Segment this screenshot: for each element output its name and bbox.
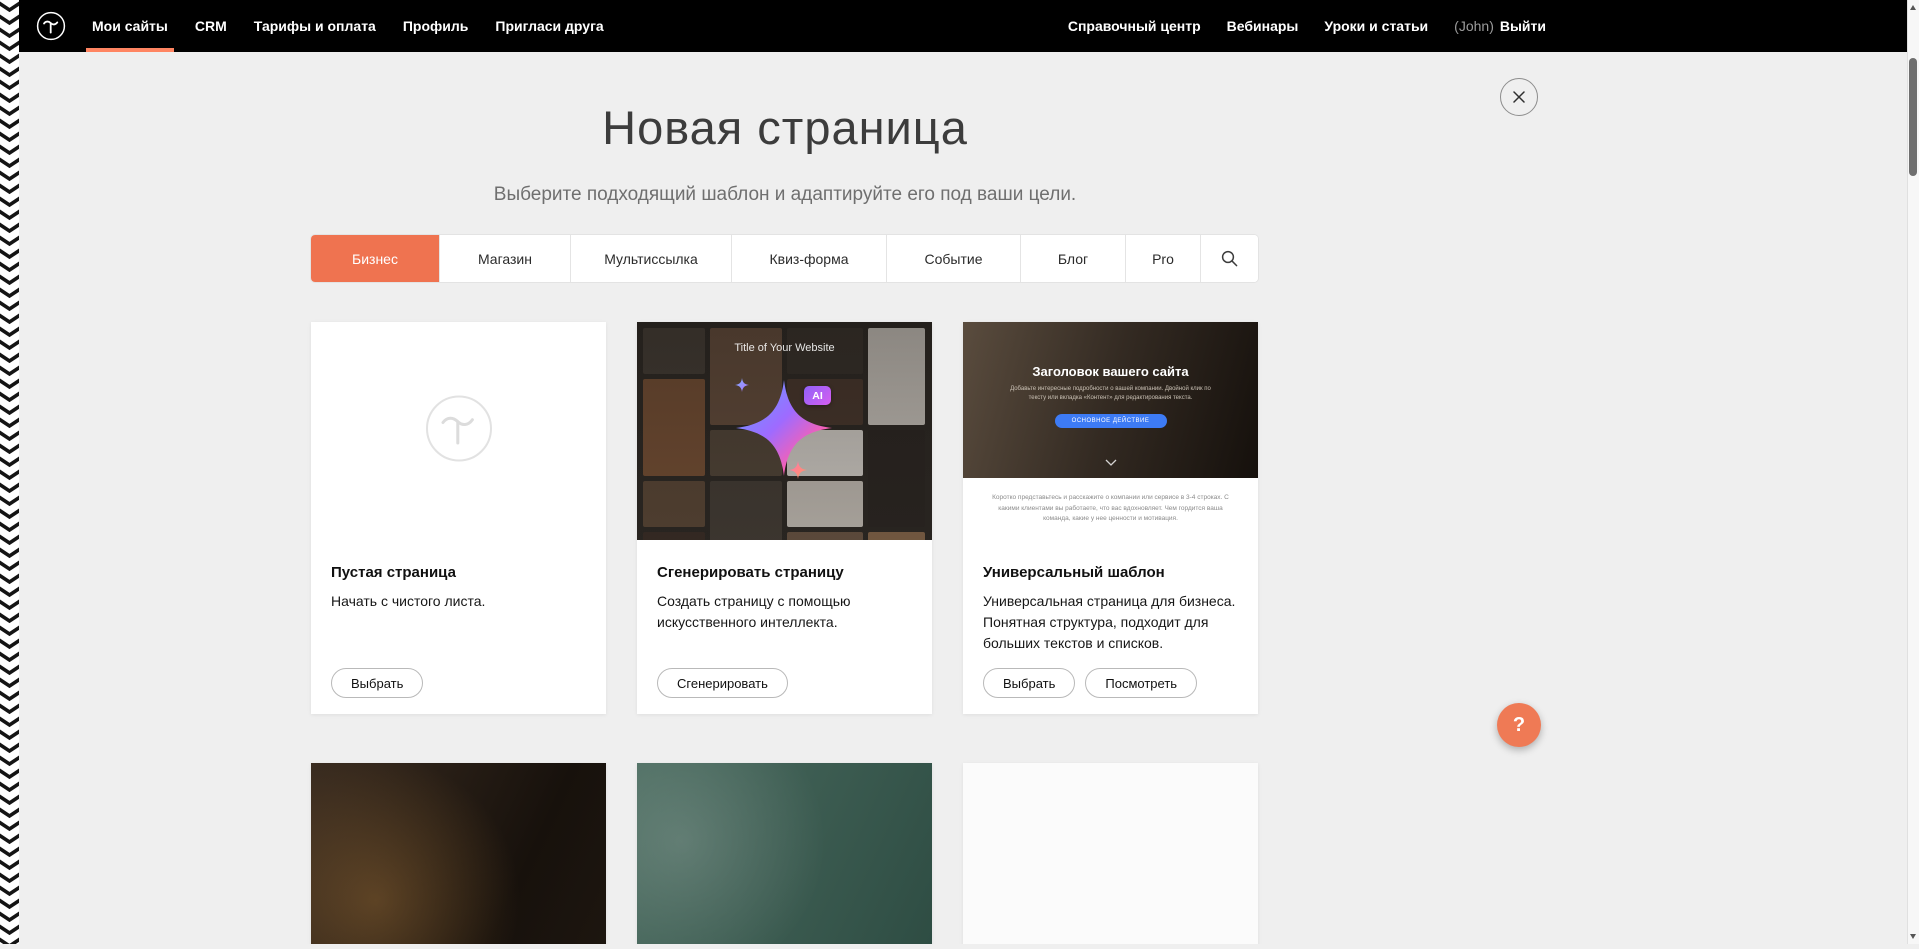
select-button[interactable]: Выбрать <box>983 668 1075 698</box>
card-title: Универсальный шаблон <box>983 564 1238 581</box>
card-actions: Сгенерировать <box>657 668 788 698</box>
tilda-watermark-icon <box>425 395 493 468</box>
card-actions: Выбрать <box>331 668 423 698</box>
preview-subtext: Добавьте интересные подробности о вашей … <box>1005 385 1217 404</box>
nav-invite-friend[interactable]: Пригласи друга <box>495 0 603 52</box>
view-button[interactable]: Посмотреть <box>1085 668 1197 698</box>
nav-webinars[interactable]: Вебинары <box>1227 0 1299 52</box>
card-thumbnail-partial[interactable] <box>963 763 1258 944</box>
card-description: Создать страницу с помощью искусственног… <box>657 591 912 633</box>
new-page-dialog: Новая страница Выберите подходящий шабло… <box>0 52 1570 944</box>
tab-shop[interactable]: Магазин <box>439 235 570 282</box>
tab-quiz-form[interactable]: Квиз-форма <box>731 235 886 282</box>
scrollbar-down-arrow[interactable] <box>1910 934 1916 939</box>
card-title: Пустая страница <box>331 564 586 581</box>
card-thumbnail-ai[interactable]: Title of Your Website <box>637 322 932 540</box>
tab-multilink[interactable]: Мультиссылка <box>570 235 731 282</box>
main-menu: Мои сайты CRM Тарифы и оплата Профиль Пр… <box>92 0 604 52</box>
template-grid: Пустая страница Начать с чистого листа. … <box>311 322 1258 944</box>
tilda-logo-icon <box>36 11 66 41</box>
tab-blog[interactable]: Блог <box>1020 235 1125 282</box>
scrollbar-up-arrow[interactable] <box>1910 5 1916 10</box>
preview-site-title: Title of Your Website <box>637 342 932 354</box>
ai-sparkle-small-icon <box>789 461 807 484</box>
preview-cta-button: Основное действие <box>1055 414 1167 428</box>
user-name: (John) <box>1454 18 1494 34</box>
page-title: Новая страница <box>0 100 1570 155</box>
preview-body-section: Коротко представьтесь и расскажите о ком… <box>963 478 1258 540</box>
card-thumbnail-universal[interactable]: Заголовок вашего сайта Добавьте интересн… <box>963 322 1258 540</box>
nav-my-sites[interactable]: Мои сайты <box>92 0 168 52</box>
ai-badge: AI <box>804 386 831 405</box>
tab-business[interactable]: Бизнес <box>311 235 439 282</box>
secondary-menu: Справочный центр Вебинары Уроки и статьи… <box>1068 0 1546 52</box>
ai-sparkle-small-icon <box>735 378 749 397</box>
template-category-tabs: Бизнес Магазин Мультиссылка Квиз-форма С… <box>311 235 1258 282</box>
template-card-partial-3 <box>963 763 1258 944</box>
nav-tariffs[interactable]: Тарифы и оплата <box>254 0 376 52</box>
nav-crm[interactable]: CRM <box>195 0 227 52</box>
tab-pro[interactable]: Pro <box>1125 235 1200 282</box>
top-navbar: Мои сайты CRM Тарифы и оплата Профиль Пр… <box>0 0 1908 52</box>
card-thumbnail-partial[interactable] <box>637 763 932 944</box>
tab-event[interactable]: Событие <box>886 235 1020 282</box>
zigzag-edge-decoration <box>0 0 19 944</box>
scrollbar-thumb[interactable] <box>1909 58 1917 176</box>
card-thumbnail-blank[interactable] <box>311 322 606 540</box>
card-title: Сгенерировать страницу <box>657 564 912 581</box>
card-description: Начать с чистого листа. <box>331 591 586 612</box>
card-actions: Выбрать Посмотреть <box>983 668 1197 698</box>
template-card-blank: Пустая страница Начать с чистого листа. … <box>311 322 606 714</box>
nav-lessons[interactable]: Уроки и статьи <box>1324 0 1428 52</box>
account-area: (John) Выйти <box>1454 0 1546 52</box>
card-description: Универсальная страница для бизнеса. Поня… <box>983 591 1238 654</box>
template-card-partial-2 <box>637 763 932 944</box>
card-thumbnail-partial[interactable] <box>311 763 606 944</box>
scrollbar[interactable] <box>1907 0 1919 944</box>
nav-help-center[interactable]: Справочный центр <box>1068 0 1201 52</box>
close-button[interactable] <box>1500 78 1538 116</box>
search-tab[interactable] <box>1200 235 1258 282</box>
generate-button[interactable]: Сгенерировать <box>657 668 788 698</box>
help-button[interactable]: ? <box>1497 703 1541 747</box>
template-card-universal: Заголовок вашего сайта Добавьте интересн… <box>963 322 1258 714</box>
chevron-down-icon <box>1105 453 1117 471</box>
template-card-ai: Title of Your Website <box>637 322 932 714</box>
page-subtitle: Выберите подходящий шаблон и адаптируйте… <box>0 184 1570 206</box>
template-card-partial-1 <box>311 763 606 944</box>
preview-heading: Заголовок вашего сайта <box>963 322 1258 379</box>
logout-link[interactable]: Выйти <box>1500 18 1546 34</box>
select-button[interactable]: Выбрать <box>331 668 423 698</box>
search-icon <box>1221 250 1238 267</box>
preview-hero: Заголовок вашего сайта Добавьте интересн… <box>963 322 1258 478</box>
nav-profile[interactable]: Профиль <box>403 0 469 52</box>
close-icon <box>1512 90 1526 104</box>
preview-body-text: Коротко представьтесь и расскажите о ком… <box>991 493 1231 524</box>
tilda-logo[interactable] <box>36 11 66 41</box>
